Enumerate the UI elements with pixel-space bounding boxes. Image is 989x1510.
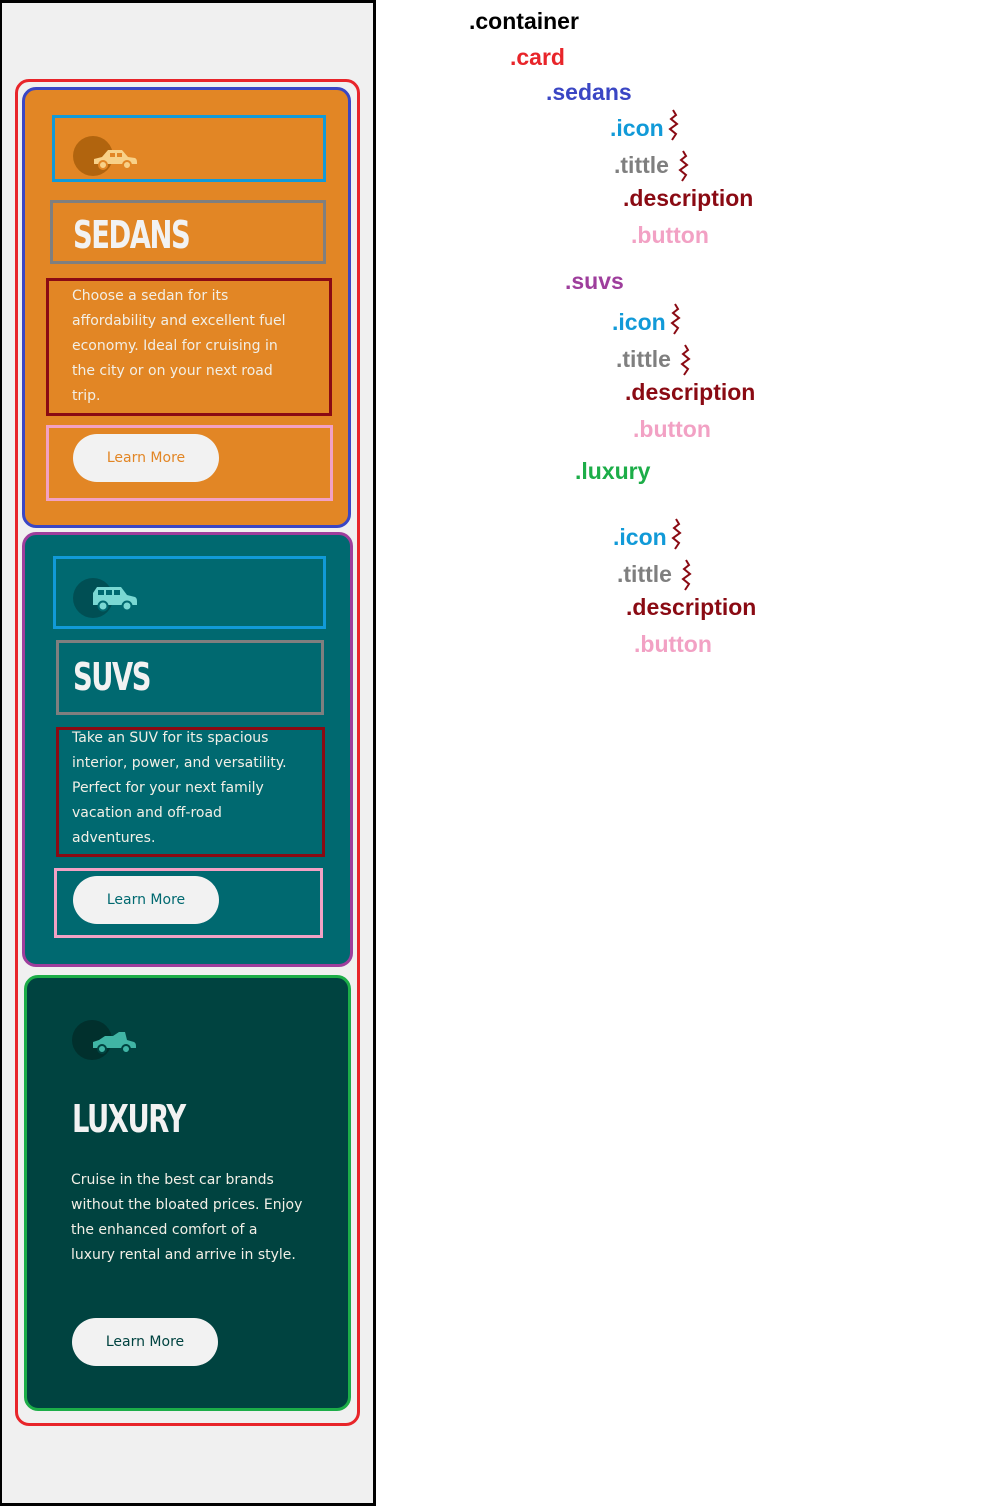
label-luxury-title: .tittle — [617, 561, 672, 587]
label-card: .card — [510, 44, 565, 70]
sedans-description: Choose a sedan for its affordability and… — [72, 288, 286, 404]
label-suvs-description: .description — [625, 379, 756, 405]
cursor-scribble-icon — [681, 559, 692, 591]
label-luxury-icon: .icon — [613, 524, 667, 550]
suvs-title: SUVS — [73, 655, 151, 699]
cursor-scribble-icon — [670, 303, 681, 335]
label-luxury-button: .button — [634, 631, 712, 657]
luxury-description: Cruise in the best car brands without th… — [71, 1172, 303, 1263]
cursor-scribble-icon — [680, 344, 691, 376]
luxury-title: LUXURY — [72, 1097, 186, 1141]
sedans-title: SEDANS — [73, 213, 191, 257]
sedan-car-icon — [94, 150, 137, 170]
cursor-scribble-icon — [671, 518, 682, 550]
label-suvs-title: .tittle — [616, 346, 671, 372]
suv-car-icon — [93, 587, 137, 612]
label-sedans-button: .button — [631, 222, 709, 248]
label-sedans: .sedans — [546, 79, 632, 105]
label-suvs: .suvs — [565, 268, 624, 294]
suvs-description: Take an SUV for its spacious interior, p… — [72, 730, 287, 846]
label-suvs-icon: .icon — [612, 309, 666, 335]
suvs-learn-more-button[interactable]: Learn More — [73, 876, 219, 924]
cursor-scribble-icon — [668, 109, 679, 141]
label-luxury-description: .description — [626, 594, 757, 620]
label-sedans-title: .tittle — [614, 152, 669, 178]
sedans-learn-more-button[interactable]: Learn More — [73, 434, 219, 482]
cursor-scribble-icon — [678, 150, 689, 182]
luxury-learn-more-button[interactable]: Learn More — [72, 1318, 218, 1366]
label-container: .container — [469, 8, 579, 34]
label-sedans-description: .description — [623, 185, 754, 211]
label-luxury: .luxury — [575, 458, 651, 484]
luxury-car-icon — [93, 1032, 136, 1054]
label-sedans-icon: .icon — [610, 115, 664, 141]
label-suvs-button: .button — [633, 416, 711, 442]
